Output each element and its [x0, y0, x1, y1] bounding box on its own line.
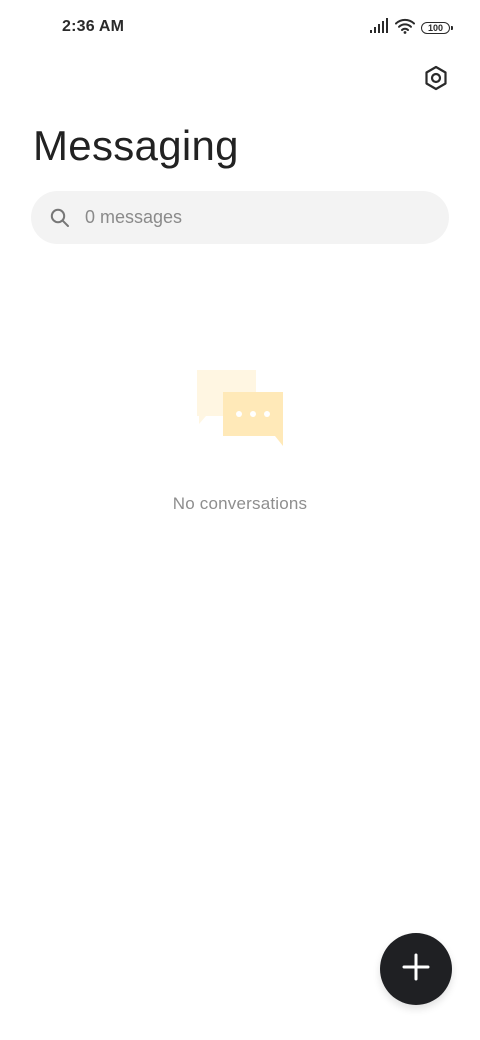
search-icon [49, 207, 71, 229]
search-input[interactable] [83, 206, 407, 229]
status-time: 2:36 AM [62, 18, 125, 35]
wifi-icon [395, 18, 415, 39]
battery-icon: 100 [421, 22, 453, 34]
status-bar: 2:36 AM 100 [0, 0, 480, 56]
empty-state-message: No conversations [172, 494, 308, 513]
signal-icon [369, 17, 389, 39]
settings-icon [423, 65, 449, 96]
plus-icon [402, 953, 430, 986]
battery-level: 100 [427, 22, 444, 33]
search-bar[interactable] [31, 191, 449, 244]
messaging-screen: 2:36 AM 100 Messaging 0 messages No conv… [0, 0, 480, 1040]
new-conversation-button[interactable] [380, 933, 452, 1005]
settings-button[interactable] [420, 64, 452, 96]
chat-bubbles-icon [194, 366, 286, 450]
status-icons: 100 [369, 17, 453, 39]
page-title: Messaging [33, 122, 239, 169]
